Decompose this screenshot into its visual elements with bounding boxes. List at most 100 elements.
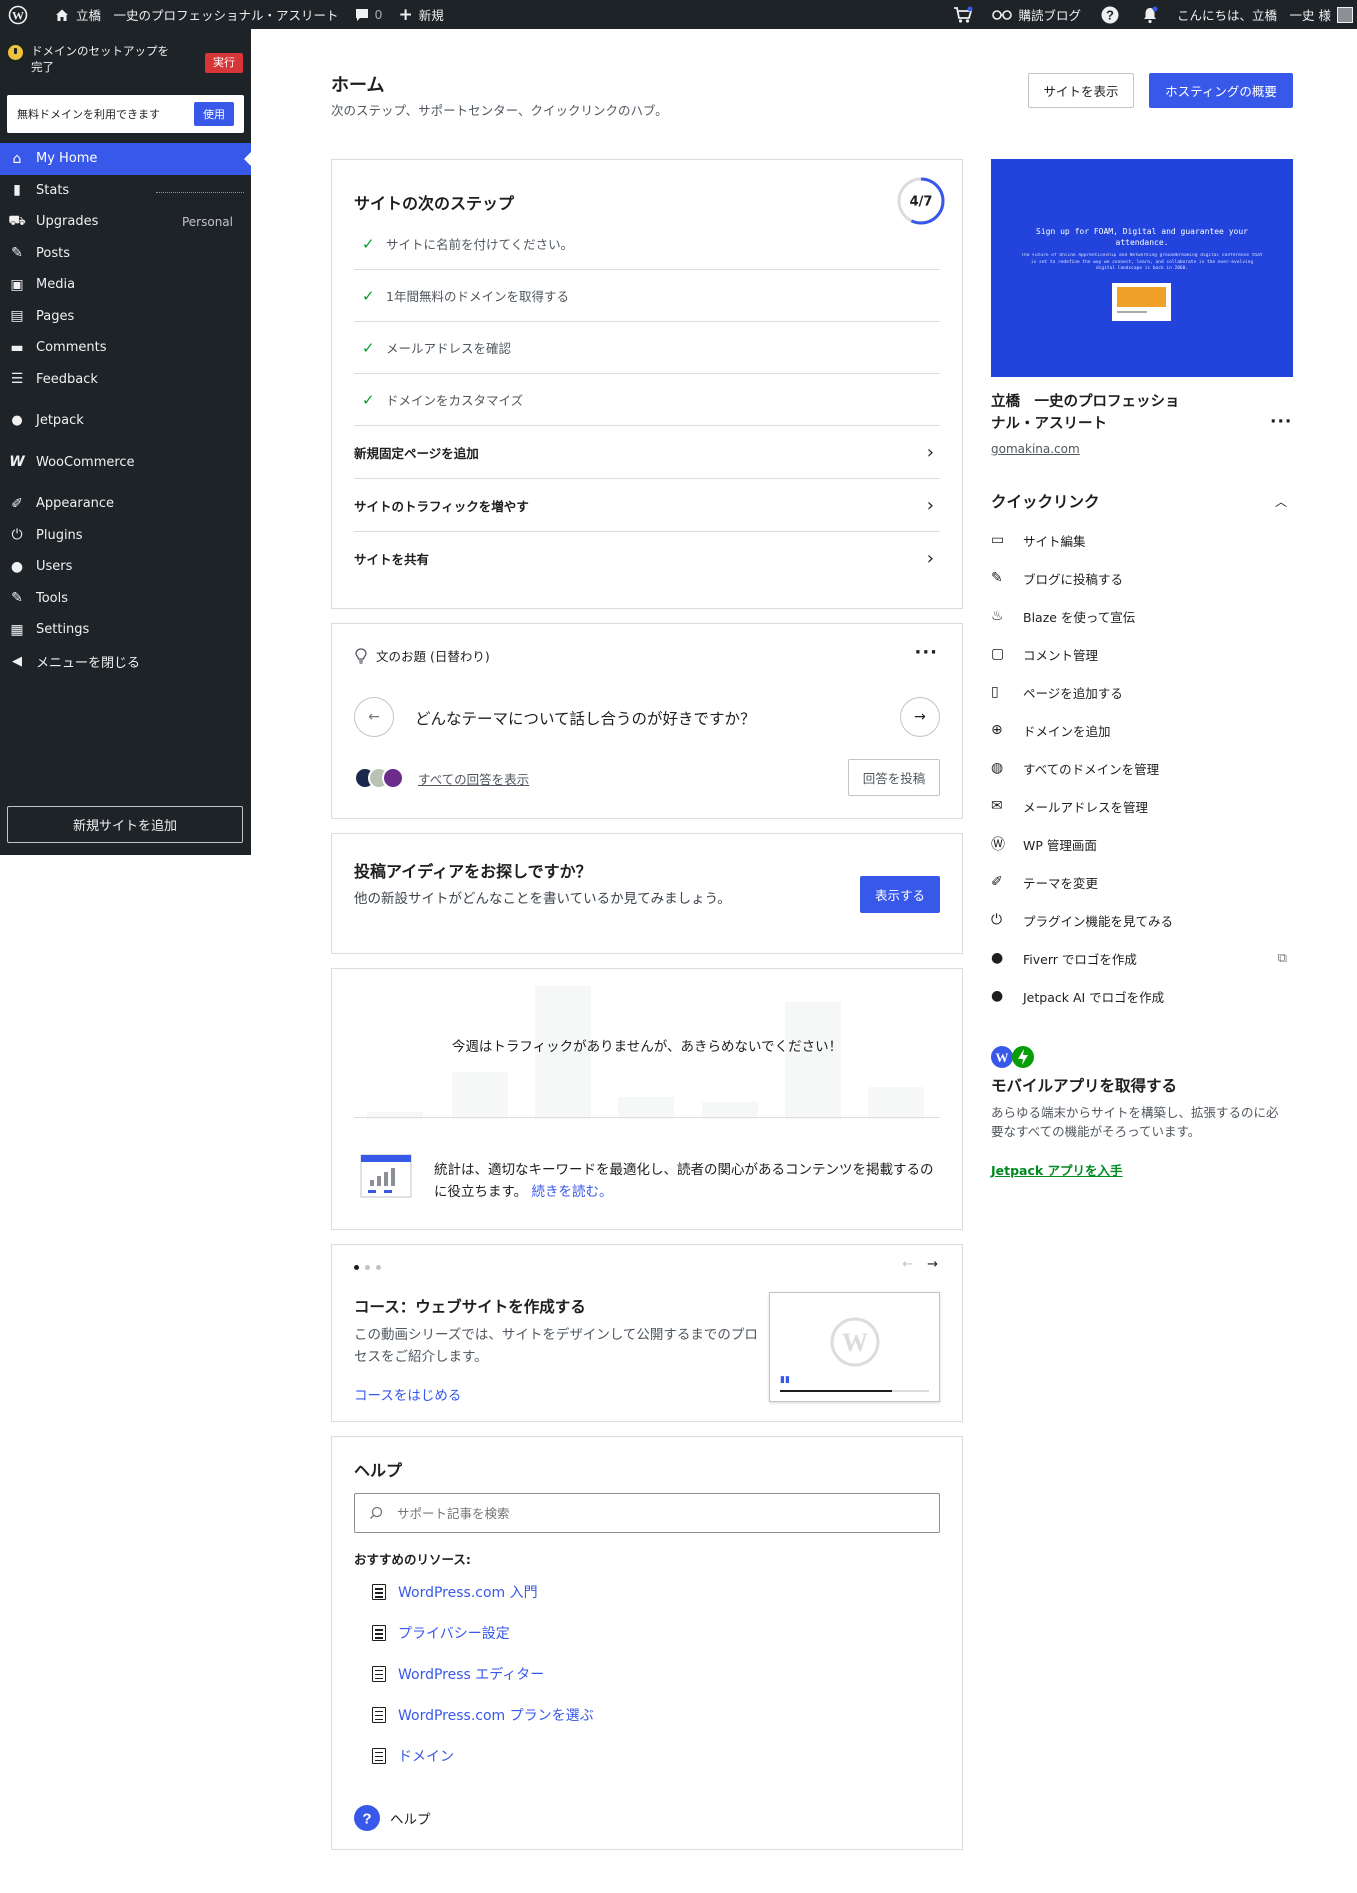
quick-link-item[interactable]: ▯ ページを追加する	[991, 673, 1293, 711]
next-step-item[interactable]: 新規固定ページを追加 ›	[354, 426, 940, 479]
resource-link[interactable]: WordPress エディター	[354, 1654, 754, 1695]
help-card: ヘルプ おすすめのリソース: WordPress.com 入門プライバシー設定W…	[331, 1436, 963, 1850]
notifications-button[interactable]	[1131, 0, 1169, 29]
site-name-title: 立橋 一史のプロフェッショナル・アスリート	[991, 394, 1180, 432]
quick-link-item[interactable]: ✐ テーマを変更	[991, 863, 1293, 901]
quick-link-item[interactable]: ✎ ブログに投稿する	[991, 559, 1293, 597]
resource-link[interactable]: プライバシー設定	[354, 1613, 754, 1654]
pages-icon: ▤	[10, 308, 24, 325]
hosting-overview-button[interactable]: ホスティングの概要	[1149, 73, 1293, 108]
sidebar: ドメインのセットアップを完了 実行 無料ドメインを利用できます 使用 ⌂ My H…	[0, 29, 252, 855]
help-title: ヘルプ	[354, 1461, 403, 1480]
site-preview[interactable]: Sign up for FOAM, Digital and guarantee …	[991, 159, 1293, 377]
free-domain-box[interactable]: 無料ドメインを利用できます 使用	[7, 95, 244, 133]
help-button[interactable]: ?	[1089, 0, 1131, 29]
home-icon: ⌂	[12, 150, 22, 167]
prompt-prev-button[interactable]: ←	[354, 697, 394, 737]
document-icon	[372, 1665, 386, 1682]
site-url-link[interactable]: gomakina.com	[991, 442, 1080, 456]
sidebar-item-media[interactable]: ▣ Media	[0, 269, 251, 301]
checkmark-icon: ✓	[362, 338, 375, 357]
show-ideas-button[interactable]: 表示する	[860, 876, 940, 913]
sidebar-item-jetpack[interactable]: ● Jetpack	[0, 405, 251, 437]
sidebar-item-posts[interactable]: ✎ Posts	[0, 238, 251, 270]
sidebar-item-my-home[interactable]: ⌂ My Home	[0, 143, 252, 175]
read-more-link[interactable]: 続きを読む。	[531, 1184, 612, 1200]
resource-link[interactable]: ドメイン	[354, 1735, 754, 1776]
checkmark-icon: ✓	[362, 390, 375, 409]
sidebar-item-woocommerce[interactable]: W WooCommerce	[0, 447, 251, 479]
course-prev-icon[interactable]: ←	[902, 1257, 913, 1272]
resource-link[interactable]: WordPress.com 入門	[354, 1572, 754, 1613]
view-all-answers-link[interactable]: すべての回答を表示	[418, 769, 529, 788]
completed-step: ✓ 1年間無料のドメインを取得する	[354, 270, 940, 322]
course-next-icon[interactable]: →	[927, 1257, 938, 1272]
quick-link-label: Jetpack AI でロゴを作成	[1023, 989, 1165, 1005]
support-search-input[interactable]	[397, 1505, 897, 1521]
comments-button[interactable]: 0	[347, 0, 391, 29]
view-site-button[interactable]: サイトを表示	[1028, 73, 1134, 108]
quick-link-item[interactable]: ▭ サイト編集	[991, 521, 1293, 559]
quick-link-item[interactable]: ♨ Blaze を使って宣伝	[991, 597, 1293, 635]
comment-icon: ▢	[991, 646, 1005, 662]
quick-link-item[interactable]: ⏻ プラグイン機能を見てみる	[991, 901, 1293, 939]
sidebar-item-plugins[interactable]: ⏻ Plugins	[0, 520, 251, 552]
wordpress-logo-button[interactable]: W	[0, 0, 36, 29]
course-video-thumbnail[interactable]: W ▮▮	[769, 1292, 940, 1402]
sidebar-item-collapse-menu[interactable]: ◀ メニューを閉じる	[0, 646, 251, 678]
sidebar-item-appearance[interactable]: ✐ Appearance	[0, 488, 251, 520]
chevron-up-icon[interactable]: ︿	[1275, 493, 1293, 510]
comment-bubble-icon	[355, 8, 368, 21]
sidebar-item-tools[interactable]: ✎ Tools	[0, 583, 251, 615]
quick-links-header[interactable]: クイックリンク ︿	[991, 490, 1293, 512]
sidebar-item-label: Tools	[36, 590, 69, 606]
quick-link-item[interactable]: ✉ メールアドレスを管理	[991, 787, 1293, 825]
quick-link-item[interactable]: ▢ コメント管理	[991, 635, 1293, 673]
get-jetpack-app-link[interactable]: Jetpack アプリを入手	[991, 1160, 1123, 1179]
sidebar-item-pages[interactable]: ▤ Pages	[0, 301, 251, 333]
svg-text:?: ?	[1106, 7, 1114, 22]
stats-icon: ▮	[13, 182, 21, 199]
completed-step: ✓ ドメインをカスタマイズ	[354, 374, 940, 426]
sidebar-item-upgrades[interactable]: ⛟ Upgrades Personal	[0, 206, 251, 238]
sidebar-item-label: メニューを閉じる	[36, 655, 141, 671]
quick-link-item[interactable]: ◍ すべてのドメインを管理	[991, 749, 1293, 787]
site-name-link[interactable]: 立橋 一史のプロフェッショナル・アスリート	[46, 0, 347, 29]
quick-link-item[interactable]: Ⓦ WP 管理画面	[991, 825, 1293, 863]
add-new-site-button[interactable]: 新規サイトを追加	[7, 806, 243, 843]
sidebar-item-feedback[interactable]: ☰ Feedback	[0, 364, 251, 396]
use-domain-button[interactable]: 使用	[194, 102, 234, 126]
sidebar-item-label: Media	[36, 277, 76, 293]
chevron-right-icon: ›	[926, 548, 934, 569]
sidebar-item-users[interactable]: ● Users	[0, 551, 251, 583]
more-options-icon[interactable]: ···	[914, 642, 938, 663]
pause-icon[interactable]: ▮▮	[780, 1375, 790, 1385]
new-label: 新規	[418, 8, 444, 23]
sidebar-item-settings[interactable]: ▦ Settings	[0, 614, 251, 646]
next-step-item[interactable]: サイトを共有 ›	[354, 532, 940, 585]
domain-setup-notice[interactable]: ドメインのセットアップを完了 実行	[0, 29, 251, 87]
cart-button[interactable]	[945, 0, 983, 29]
next-step-item[interactable]: サイトのトラフィックを増やす ›	[354, 479, 940, 532]
account-menu[interactable]: こんにちは、立橋 一史 様	[1169, 0, 1357, 29]
resource-link[interactable]: WordPress.com プランを選ぶ	[354, 1694, 754, 1735]
sidebar-item-stats[interactable]: ▮ Stats	[0, 175, 251, 207]
help-center-button[interactable]: ? ヘルプ	[354, 1805, 431, 1831]
site-more-icon[interactable]: ···	[1270, 412, 1292, 432]
new-button[interactable]: + 新規	[390, 0, 451, 29]
start-course-link[interactable]: コースをはじめる	[354, 1384, 461, 1404]
sidebar-item-comments[interactable]: ▬ Comments	[0, 332, 251, 364]
quick-link-item[interactable]: ⊕ ドメインを追加	[991, 711, 1293, 749]
notice-action-button[interactable]: 実行	[205, 53, 243, 73]
prompt-next-button[interactable]: →	[900, 697, 940, 737]
plus-icon: +	[398, 4, 413, 25]
reader-button[interactable]: 購読ブログ	[983, 0, 1090, 29]
quick-link-item[interactable]: ● Fiverr でロゴを作成 ⧉	[991, 939, 1293, 977]
quick-link-item[interactable]: ● Jetpack AI でロゴを作成	[991, 977, 1293, 1015]
wordpress-icon: W	[8, 5, 28, 24]
svg-text:W: W	[842, 1328, 868, 1357]
course-pagination[interactable]	[354, 1265, 381, 1270]
support-search-field[interactable]	[354, 1493, 940, 1533]
avatar	[382, 767, 404, 789]
post-answer-button[interactable]: 回答を投稿	[848, 759, 940, 796]
